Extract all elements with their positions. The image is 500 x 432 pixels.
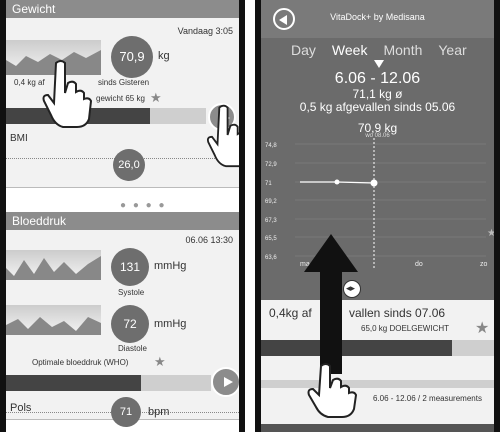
bmi-value-bubble: 26,0 [113, 149, 145, 181]
lost-since-text: 0,5 kg afgevallen sinds 05.06 [299, 100, 456, 114]
y-tick-label: 65,5 [265, 236, 277, 242]
top-bar: VitaDock+ by Medisana [261, 0, 494, 38]
swipe-gesture-icon [304, 234, 358, 418]
pulse-bubble: 71 [111, 397, 141, 427]
diastole-label: Diastole [118, 344, 147, 353]
data-point[interactable] [334, 179, 340, 185]
systole-unit: mmHg [154, 260, 187, 272]
bp-classification: Optimale bloeddruk (WHO) [32, 358, 129, 367]
blood-pressure-card[interactable]: 06.06 13:30 131 mmHg Systole 72 mmHg Dia… [6, 230, 239, 420]
bmi-label: BMI [10, 133, 28, 144]
systole-bubble: 131 [111, 248, 149, 286]
average-weight: 71,1 kg ø [352, 87, 403, 101]
tab-month[interactable]: Month [383, 42, 422, 58]
diastole-history-graph [6, 305, 101, 335]
y-tick-label: 72,9 [265, 162, 277, 168]
y-tick-label: 71 [265, 181, 272, 187]
bp-play-button[interactable] [211, 367, 239, 397]
star-icon: ★ [150, 90, 162, 105]
right-phone: VitaDock+ by Medisana Day Week Month Yea… [255, 0, 500, 432]
weight-change-label-2: sinds Gisteren [98, 78, 150, 87]
y-tick-label: 67,3 [265, 218, 277, 224]
left-phone: Gewicht Vandaag 3:05 70,9 kg 0,4 kg af s… [0, 0, 245, 432]
weight-header: Gewicht [6, 0, 239, 18]
pulse-unit: bpm [148, 406, 170, 418]
goal-text: 65,0 kg DOELGEWICHT [361, 324, 450, 333]
star-icon: ★ [475, 320, 490, 337]
tab-year[interactable]: Year [438, 42, 466, 58]
period-tabs: Day Week Month Year [291, 42, 467, 58]
x-tick-label: do [415, 261, 423, 268]
x-tick-label: zo [480, 261, 488, 268]
star-icon: ★ [154, 354, 166, 369]
systole-history-graph [6, 250, 101, 280]
blood-pressure-header: Bloeddruk [6, 212, 239, 230]
weight-unit: kg [158, 50, 170, 62]
tap-hand-icon [42, 60, 93, 128]
tab-day[interactable]: Day [291, 42, 316, 58]
systole-label: Systole [118, 288, 145, 297]
tap-hand-icon [206, 104, 239, 168]
active-tab-marker-icon [374, 60, 384, 68]
y-tick-label: 74,8 [265, 143, 277, 149]
page-indicator-dots[interactable]: ● ● ● ● [120, 200, 167, 211]
bottom-list-strip [261, 424, 494, 432]
tab-week[interactable]: Week [332, 42, 368, 58]
diastole-unit: mmHg [154, 318, 187, 330]
app-title: VitaDock+ by Medisana [330, 12, 425, 22]
goal-star-icon: ★ [487, 228, 494, 239]
right-screen: VitaDock+ by Medisana Day Week Month Yea… [261, 0, 494, 432]
data-point[interactable] [370, 179, 378, 187]
date-range: 6.06 - 12.06 [334, 70, 421, 87]
progress-fill [6, 375, 142, 391]
weight-timestamp: Vandaag 3:05 [177, 26, 233, 36]
weight-goal-label: gewicht 65 kg [96, 94, 145, 103]
diastole-bubble: 72 [111, 305, 149, 343]
y-tick-label: 63,6 [265, 255, 277, 261]
bp-timestamp: 06.06 13:30 [185, 235, 233, 245]
left-screen: Gewicht Vandaag 3:05 70,9 kg 0,4 kg af s… [6, 0, 239, 432]
measurement-footer: 6.06 - 12.06 / 2 measurements [373, 394, 482, 403]
y-tick-label: 69,2 [265, 199, 277, 205]
bp-progress [6, 375, 211, 391]
weight-value-bubble: 70,9 [111, 36, 153, 78]
